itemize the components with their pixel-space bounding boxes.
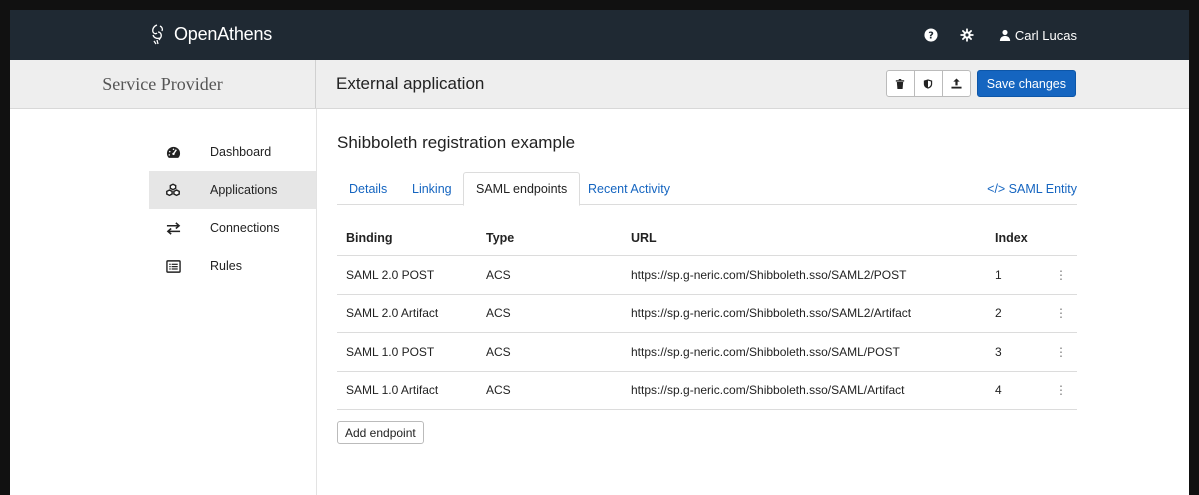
column-header-url[interactable]: URL bbox=[631, 231, 995, 245]
upload-icon bbox=[951, 78, 962, 89]
table-row[interactable]: SAML 1.0 POST ACS https://sp.g-neric.com… bbox=[337, 333, 1077, 372]
tab-saml-endpoints[interactable]: SAML endpoints bbox=[463, 172, 581, 206]
table-header-row: Binding Type URL Index bbox=[337, 220, 1077, 256]
security-button[interactable] bbox=[913, 70, 943, 97]
cell-url: https://sp.g-neric.com/Shibboleth.sso/SA… bbox=[631, 267, 907, 282]
top-navigation-bar: OpenAthens ? Carl Lucas bbox=[10, 10, 1189, 60]
cell-index: 4 bbox=[995, 383, 1002, 398]
section-title: Service Provider bbox=[10, 60, 316, 108]
shield-icon bbox=[924, 78, 933, 89]
cell-type: ACS bbox=[486, 306, 511, 321]
user-icon bbox=[999, 29, 1011, 41]
cubes-icon bbox=[165, 182, 181, 198]
save-changes-button[interactable]: Save changes bbox=[976, 70, 1076, 97]
cell-binding: SAML 2.0 Artifact bbox=[346, 306, 439, 321]
cell-type: ACS bbox=[486, 344, 511, 359]
brand-name: OpenAthens bbox=[174, 23, 273, 44]
action-toolbar: Save changes bbox=[885, 70, 1076, 97]
exchange-arrows-icon bbox=[165, 220, 181, 236]
svg-text:?: ? bbox=[928, 31, 934, 42]
sidebar-item-label: Rules bbox=[210, 259, 242, 273]
saml-entity-link[interactable]: </> SAML Entity bbox=[987, 172, 1077, 205]
user-menu[interactable]: Carl Lucas bbox=[999, 28, 1077, 43]
sidebar-item-rules[interactable]: Rules bbox=[149, 247, 316, 285]
add-endpoint-button[interactable]: Add endpoint bbox=[337, 421, 424, 444]
export-button[interactable] bbox=[941, 70, 971, 97]
cell-index: 3 bbox=[995, 344, 1002, 359]
cell-type: ACS bbox=[486, 267, 511, 282]
cell-binding: SAML 1.0 POST bbox=[346, 344, 435, 359]
column-header-index[interactable]: Index bbox=[995, 231, 1045, 245]
sidebar-item-connections[interactable]: Connections bbox=[149, 209, 316, 247]
openathens-mark-icon bbox=[152, 24, 164, 45]
page-title: External application bbox=[336, 74, 485, 93]
tab-bar: Details Linking SAML endpoints Recent Ac… bbox=[337, 172, 1077, 206]
cell-binding: SAML 1.0 Artifact bbox=[346, 383, 439, 398]
cell-type: ACS bbox=[486, 383, 511, 398]
endpoints-table: Binding Type URL Index SAML 2.0 POST ACS… bbox=[337, 220, 1077, 410]
sidebar-nav: Dashboard Applications Connections Rules bbox=[149, 133, 316, 285]
sidebar-item-dashboard[interactable]: Dashboard bbox=[149, 133, 316, 171]
content-title: Shibboleth registration example bbox=[337, 133, 576, 152]
gear-icon[interactable] bbox=[959, 27, 975, 43]
openathens-logo[interactable]: OpenAthens bbox=[148, 23, 272, 45]
cell-url: https://sp.g-neric.com/Shibboleth.sso/SA… bbox=[631, 383, 905, 398]
column-header-binding[interactable]: Binding bbox=[337, 231, 486, 245]
delete-button[interactable] bbox=[885, 70, 915, 97]
row-menu-kebab-icon[interactable]: ⋮ bbox=[1045, 345, 1077, 359]
table-row[interactable]: SAML 1.0 Artifact ACS https://sp.g-neric… bbox=[337, 372, 1077, 410]
cell-url: https://sp.g-neric.com/Shibboleth.sso/SA… bbox=[631, 344, 900, 359]
row-menu-kebab-icon[interactable]: ⋮ bbox=[1045, 383, 1077, 397]
tab-details[interactable]: Details bbox=[349, 172, 387, 205]
top-right-controls: ? Carl Lucas bbox=[923, 10, 1077, 60]
dashboard-gauge-icon bbox=[165, 144, 181, 160]
row-menu-kebab-icon[interactable]: ⋮ bbox=[1045, 306, 1077, 320]
cell-url: https://sp.g-neric.com/Shibboleth.sso/SA… bbox=[631, 306, 912, 321]
cell-index: 2 bbox=[995, 306, 1002, 321]
trash-icon bbox=[896, 78, 905, 89]
cell-index: 1 bbox=[995, 267, 1002, 282]
sidebar-item-label: Applications bbox=[210, 183, 278, 197]
row-menu-kebab-icon[interactable]: ⋮ bbox=[1045, 268, 1077, 282]
sidebar-item-label: Connections bbox=[210, 221, 280, 235]
sidebar-divider bbox=[316, 109, 317, 495]
sidebar-item-label: Dashboard bbox=[210, 145, 272, 159]
question-circle-icon[interactable]: ? bbox=[923, 27, 939, 43]
user-name: Carl Lucas bbox=[1014, 27, 1077, 43]
sidebar-item-applications[interactable]: Applications bbox=[149, 171, 316, 209]
tab-recent-activity[interactable]: Recent Activity bbox=[588, 172, 670, 205]
column-header-type[interactable]: Type bbox=[486, 231, 631, 245]
cell-binding: SAML 2.0 POST bbox=[346, 267, 435, 282]
page-header: Service Provider External application Sa… bbox=[10, 60, 1189, 109]
table-row[interactable]: SAML 2.0 POST ACS https://sp.g-neric.com… bbox=[337, 256, 1077, 295]
list-icon bbox=[165, 258, 181, 274]
table-row[interactable]: SAML 2.0 Artifact ACS https://sp.g-neric… bbox=[337, 295, 1077, 333]
tab-linking[interactable]: Linking bbox=[412, 172, 452, 205]
